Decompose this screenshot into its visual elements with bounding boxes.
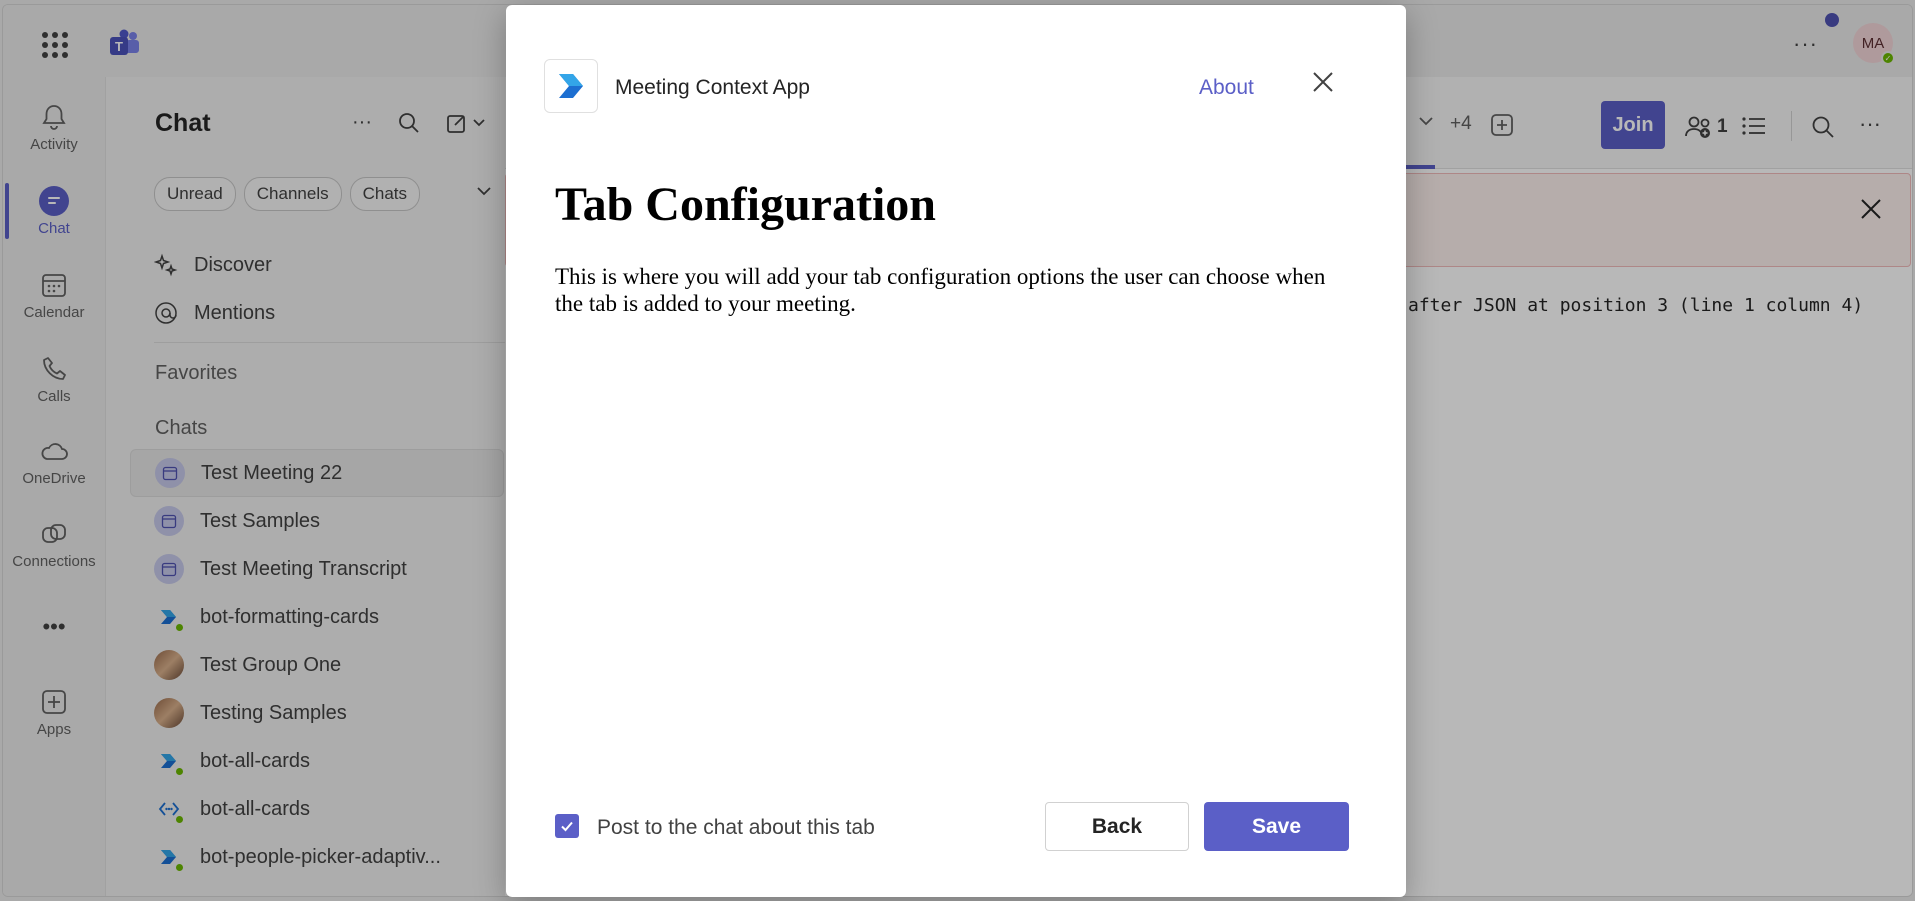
post-to-chat-label[interactable]: Post to the chat about this tab <box>597 816 875 840</box>
dialog-title: Tab Configuration <box>555 178 936 231</box>
dialog-description: This is where you will add your tab conf… <box>555 264 1326 316</box>
save-button[interactable]: Save <box>1204 802 1349 851</box>
checkmark-icon <box>561 821 573 832</box>
about-link[interactable]: About <box>1199 76 1254 100</box>
dialog-app-name: Meeting Context App <box>615 76 810 99</box>
post-to-chat-checkbox[interactable] <box>555 814 579 838</box>
close-icon[interactable] <box>1312 71 1334 93</box>
back-button[interactable]: Back <box>1045 802 1189 851</box>
app-logo-icon <box>544 59 598 113</box>
tab-configuration-dialog: Meeting Context App About Tab Configurat… <box>506 5 1406 897</box>
